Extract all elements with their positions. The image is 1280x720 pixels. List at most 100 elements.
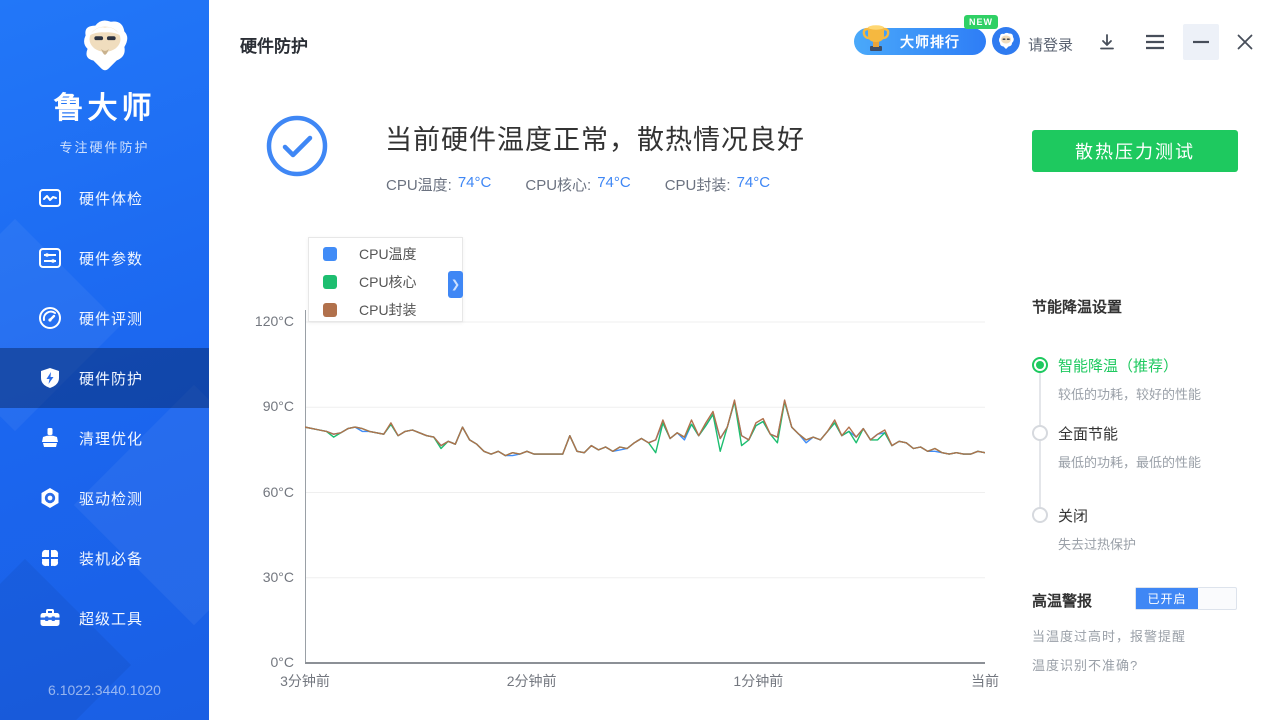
y-axis-tick: 120°C <box>240 313 294 329</box>
master-ranking-button[interactable]: 大师排行 NEW <box>854 28 986 55</box>
sidebar-item-label: 装机必备 <box>79 548 143 569</box>
minimize-icon <box>1192 40 1210 44</box>
legend-item-cpu-temp[interactable]: CPU温度 <box>309 241 462 266</box>
menu-button[interactable] <box>1137 24 1173 60</box>
close-button[interactable] <box>1227 24 1263 60</box>
app-tagline: 专注硬件防护 <box>0 137 209 156</box>
temp-inaccurate-link[interactable]: 温度识别不准确? <box>1032 655 1138 674</box>
sidebar-item-cleanup[interactable]: 清理优化 <box>0 408 209 468</box>
alarm-toggle-state: 已开启 <box>1136 588 1198 609</box>
gear-nut-icon <box>37 485 63 511</box>
parameters-list-icon <box>37 245 63 271</box>
speedometer-icon <box>37 305 63 331</box>
cpu-metrics: CPU温度: 74°C CPU核心: 74°C CPU封装: 74°C <box>386 174 770 195</box>
app-logo: 鲁大师 专注硬件防护 <box>0 0 209 156</box>
legend-label: CPU核心 <box>359 272 417 292</box>
legend-label: CPU封装 <box>359 300 417 320</box>
metric-cpu-package: CPU封装: 74°C <box>665 174 770 195</box>
chart-legend: CPU温度 CPU核心 CPU封装 ❯ <box>308 237 463 322</box>
sidebar-item-hardware-params[interactable]: 硬件参数 <box>0 228 209 288</box>
series-line-CPU封装 <box>305 400 985 456</box>
app-name: 鲁大师 <box>0 83 209 127</box>
alarm-toggle[interactable]: 已开启 <box>1135 587 1237 610</box>
sidebar-item-label: 硬件评测 <box>79 308 143 329</box>
x-axis-tick: 3分钟前 <box>280 671 330 691</box>
settings-title: 节能降温设置 <box>1032 296 1122 317</box>
download-button[interactable] <box>1089 24 1125 60</box>
shield-bolt-icon <box>37 365 63 391</box>
legend-item-cpu-package[interactable]: CPU封装 <box>309 297 462 322</box>
x-axis-tick: 2分钟前 <box>507 671 557 691</box>
status-title: 当前硬件温度正常，散热情况良好 <box>385 118 805 157</box>
master-ranking-label: 大师排行 <box>900 32 960 52</box>
option-label[interactable]: 关闭 <box>1058 505 1136 526</box>
sidebar-item-driver-check[interactable]: 驱动检测 <box>0 468 209 528</box>
legend-swatch-green <box>323 275 337 289</box>
option-label[interactable]: 智能降温（推荐） <box>1058 355 1201 376</box>
heat-stress-test-button[interactable]: 散热压力测试 <box>1032 130 1238 172</box>
sidebar-item-benchmark[interactable]: 硬件评测 <box>0 288 209 348</box>
alarm-description: 当温度过高时，报警提醒 <box>1032 626 1186 645</box>
y-axis-tick: 30°C <box>240 569 294 585</box>
sidebar: 鲁大师 专注硬件防护 硬件体检 硬件参数 硬件评测 <box>0 0 209 720</box>
x-axis-tick: 当前 <box>971 671 999 691</box>
option-desc: 最低的功耗，最低的性能 <box>1058 452 1201 471</box>
option-off: 关闭 失去过热保护 <box>1032 505 1136 553</box>
high-temp-alarm-title: 高温警报 <box>1032 590 1092 611</box>
option-smart-cooling: 智能降温（推荐） 较低的功耗，较好的性能 <box>1032 355 1201 403</box>
y-axis-tick: 0°C <box>240 654 294 670</box>
metric-value: 74°C <box>737 174 771 195</box>
sidebar-item-hardware-protection[interactable]: 硬件防护 <box>0 348 209 408</box>
metric-cpu-core: CPU核心: 74°C <box>525 174 630 195</box>
app-window: 鲁大师 专注硬件防护 硬件体检 硬件参数 硬件评测 <box>0 0 1280 720</box>
temperature-chart <box>305 310 985 665</box>
cleaner-brush-icon <box>37 425 63 451</box>
metric-cpu-temp: CPU温度: 74°C <box>386 174 491 195</box>
y-axis-labels: 120°C 90°C 60°C 30°C 0°C <box>240 310 298 670</box>
sidebar-item-label: 清理优化 <box>79 428 143 449</box>
series-line-CPU核心 <box>305 402 985 456</box>
series-line-CPU温度 <box>305 402 985 456</box>
metric-label: CPU温度: <box>386 174 452 195</box>
sidebar-nav: 硬件体检 硬件参数 硬件评测 硬件防护 <box>0 168 209 648</box>
sidebar-item-label: 硬件参数 <box>79 248 143 269</box>
legend-label: CPU温度 <box>359 244 417 264</box>
radio-full-powersave[interactable] <box>1032 425 1048 441</box>
y-axis-tick: 90°C <box>240 398 294 414</box>
x-axis-labels: 3分钟前2分钟前1分钟前当前 <box>305 671 985 691</box>
legend-item-cpu-core[interactable]: CPU核心 <box>309 269 462 294</box>
sidebar-item-label: 硬件防护 <box>79 368 143 389</box>
chevron-right-icon: ❯ <box>451 278 460 291</box>
chart-canvas <box>305 310 985 665</box>
metric-value: 74°C <box>597 174 631 195</box>
metric-value: 74°C <box>458 174 492 195</box>
legend-expand-button[interactable]: ❯ <box>448 271 463 298</box>
toolbox-icon <box>37 605 63 631</box>
app-logo-icon <box>74 14 136 76</box>
sidebar-item-label: 驱动检测 <box>79 488 143 509</box>
hamburger-menu-icon <box>1145 34 1165 50</box>
sidebar-item-hardware-check[interactable]: 硬件体检 <box>0 168 209 228</box>
topbar: 硬件防护 大师排行 NEW 请登录 <box>209 0 1280 84</box>
sidebar-item-label: 硬件体检 <box>79 188 143 209</box>
minimize-button[interactable] <box>1183 24 1219 60</box>
download-icon <box>1098 33 1116 51</box>
option-full-powersave: 全面节能 最低的功耗，最低的性能 <box>1032 423 1201 471</box>
option-desc: 较低的功耗，较好的性能 <box>1058 384 1201 403</box>
four-petals-icon <box>37 545 63 571</box>
radio-smart-cooling[interactable] <box>1032 357 1048 373</box>
sidebar-item-essential-apps[interactable]: 装机必备 <box>0 528 209 588</box>
new-badge: NEW <box>964 15 998 29</box>
option-label[interactable]: 全面节能 <box>1058 423 1201 444</box>
page-title: 硬件防护 <box>240 32 308 57</box>
user-avatar-icon[interactable] <box>992 27 1020 55</box>
app-version: 6.1022.3440.1020 <box>0 682 209 698</box>
sidebar-item-label: 超级工具 <box>79 608 143 629</box>
option-desc: 失去过热保护 <box>1058 534 1136 553</box>
sidebar-item-super-tools[interactable]: 超级工具 <box>0 588 209 648</box>
metric-label: CPU封装: <box>665 174 731 195</box>
close-icon <box>1237 34 1253 50</box>
y-axis-tick: 60°C <box>240 484 294 500</box>
radio-off[interactable] <box>1032 507 1048 523</box>
login-link[interactable]: 请登录 <box>1028 34 1073 55</box>
